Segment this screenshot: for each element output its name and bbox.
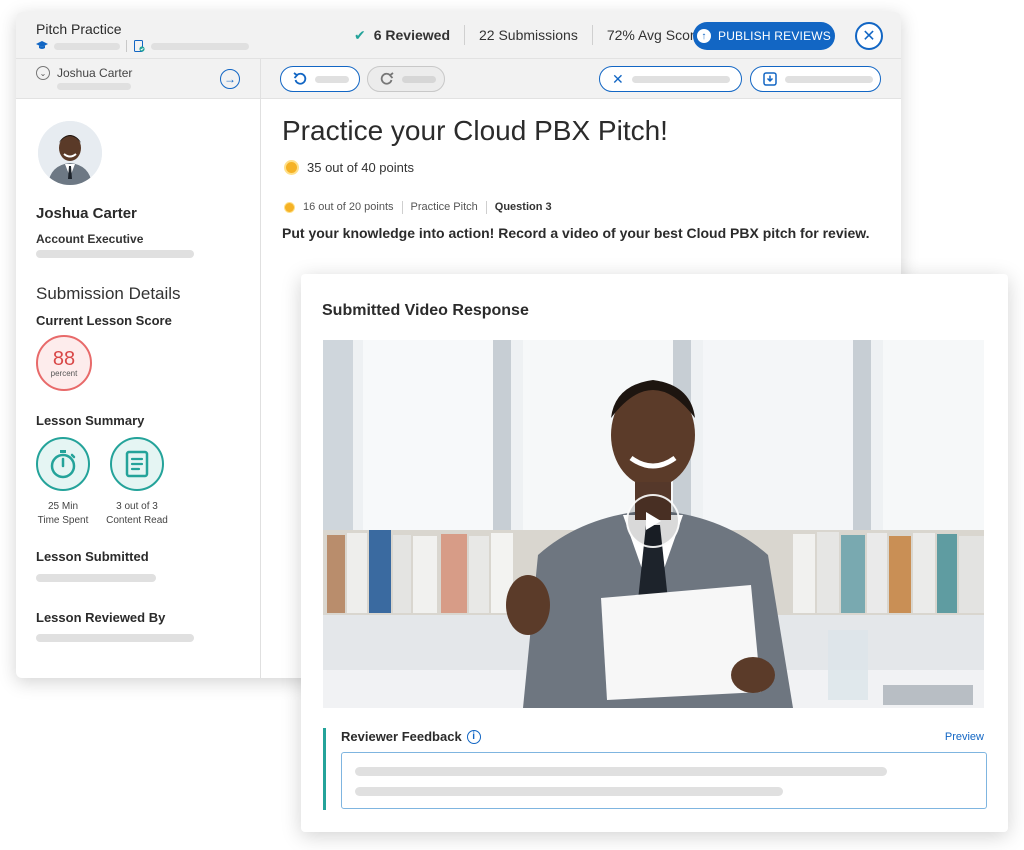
points-coin-icon — [284, 160, 299, 175]
question-points: 16 out of 20 points — [295, 201, 403, 214]
app-title: Pitch Practice — [36, 21, 122, 37]
score-unit: percent — [50, 368, 78, 378]
time-spent-badge — [36, 437, 90, 491]
lesson-reviewed-by-label: Lesson Reviewed By — [36, 610, 166, 625]
page-title: Practice your Cloud PBX Pitch! — [282, 115, 668, 146]
document-icon — [125, 450, 149, 478]
profile-role: Account Executive — [36, 232, 144, 246]
top-bar: Pitch Practice ✔ 6 Reviewed 22 Submissio… — [16, 12, 901, 59]
play-icon — [646, 512, 661, 530]
question-type: Practice Pitch — [403, 201, 487, 214]
lesson-placeholder — [151, 42, 249, 50]
submission-details-heading: Submission Details — [36, 284, 181, 303]
reviewed-stat: ✔ 6 Reviewed — [354, 25, 465, 45]
question-meta: 16 out of 20 points Practice Pitch Quest… — [284, 201, 560, 214]
video-card-title: Submitted Video Response — [322, 302, 529, 319]
video-player[interactable] — [323, 340, 984, 708]
lesson-summary-label: Lesson Summary — [36, 413, 145, 428]
reject-button[interactable]: ✕ — [599, 66, 742, 92]
total-points: 35 out of 40 points — [284, 160, 414, 175]
video-response-card: Submitted Video Response Reviewer Feedba… — [301, 274, 1008, 832]
undo-icon — [293, 72, 307, 85]
divider — [126, 40, 127, 52]
user-selector[interactable]: ⌄ Joshua Carter → — [16, 59, 260, 99]
content-read-badge — [110, 437, 164, 491]
time-spent-caption: 25 Min Time Spent — [37, 501, 89, 526]
course-placeholder — [54, 42, 120, 50]
reviewer-placeholder — [36, 634, 194, 642]
publish-reviews-button[interactable]: ↑ PUBLISH REVIEWS — [693, 22, 835, 50]
reviewer-feedback-label: Reviewer Feedback i — [341, 729, 481, 744]
current-score-label: Current Lesson Score — [36, 313, 172, 328]
points-coin-icon — [284, 202, 295, 213]
graduation-cap-icon — [36, 40, 48, 52]
info-icon[interactable]: i — [466, 729, 481, 744]
user-meta-placeholder — [57, 83, 131, 90]
content-read-caption: 3 out of 3 Content Read — [106, 501, 168, 526]
question-number: Question 3 — [494, 201, 552, 213]
chevron-down-icon[interactable]: ⌄ — [36, 66, 50, 80]
redo-icon — [380, 72, 394, 85]
profile-name: Joshua Carter — [36, 205, 137, 222]
selected-user-name: Joshua Carter — [57, 66, 133, 80]
avatar — [38, 121, 102, 185]
close-button[interactable]: ✕ — [855, 22, 883, 50]
undo-button[interactable] — [280, 66, 360, 92]
question-text: Put your knowledge into action! Record a… — [282, 225, 870, 241]
profile-meta-placeholder — [36, 250, 194, 258]
download-icon — [763, 72, 777, 86]
app-breadcrumb — [36, 40, 249, 52]
review-stats: ✔ 6 Reviewed 22 Submissions 72% Avg Scor… — [354, 25, 716, 45]
lesson-score-badge: 88 percent — [36, 335, 92, 391]
submitted-date-placeholder — [36, 574, 156, 582]
person-avatar-icon — [38, 121, 102, 185]
play-button[interactable] — [626, 494, 680, 548]
stopwatch-icon — [50, 450, 76, 479]
main-toolbar: ✕ — [261, 59, 901, 99]
preview-link[interactable]: Preview — [945, 731, 984, 743]
x-icon: ✕ — [612, 70, 624, 87]
feedback-textarea[interactable] — [341, 752, 987, 809]
lesson-submitted-label: Lesson Submitted — [36, 549, 149, 564]
next-user-button[interactable]: → — [220, 69, 240, 89]
document-check-icon — [133, 40, 145, 52]
redo-button[interactable] — [367, 66, 445, 92]
score-value: 88 — [52, 347, 76, 370]
save-button[interactable] — [750, 66, 881, 92]
submissions-stat: 22 Submissions — [465, 25, 593, 45]
close-icon: ✕ — [862, 28, 876, 45]
reviewer-feedback-section: Reviewer Feedback i Preview — [323, 728, 987, 810]
check-icon: ✔ — [354, 27, 366, 43]
upload-icon: ↑ — [696, 29, 711, 43]
sidebar: ⌄ Joshua Carter → Joshua Carter Account … — [16, 59, 261, 678]
